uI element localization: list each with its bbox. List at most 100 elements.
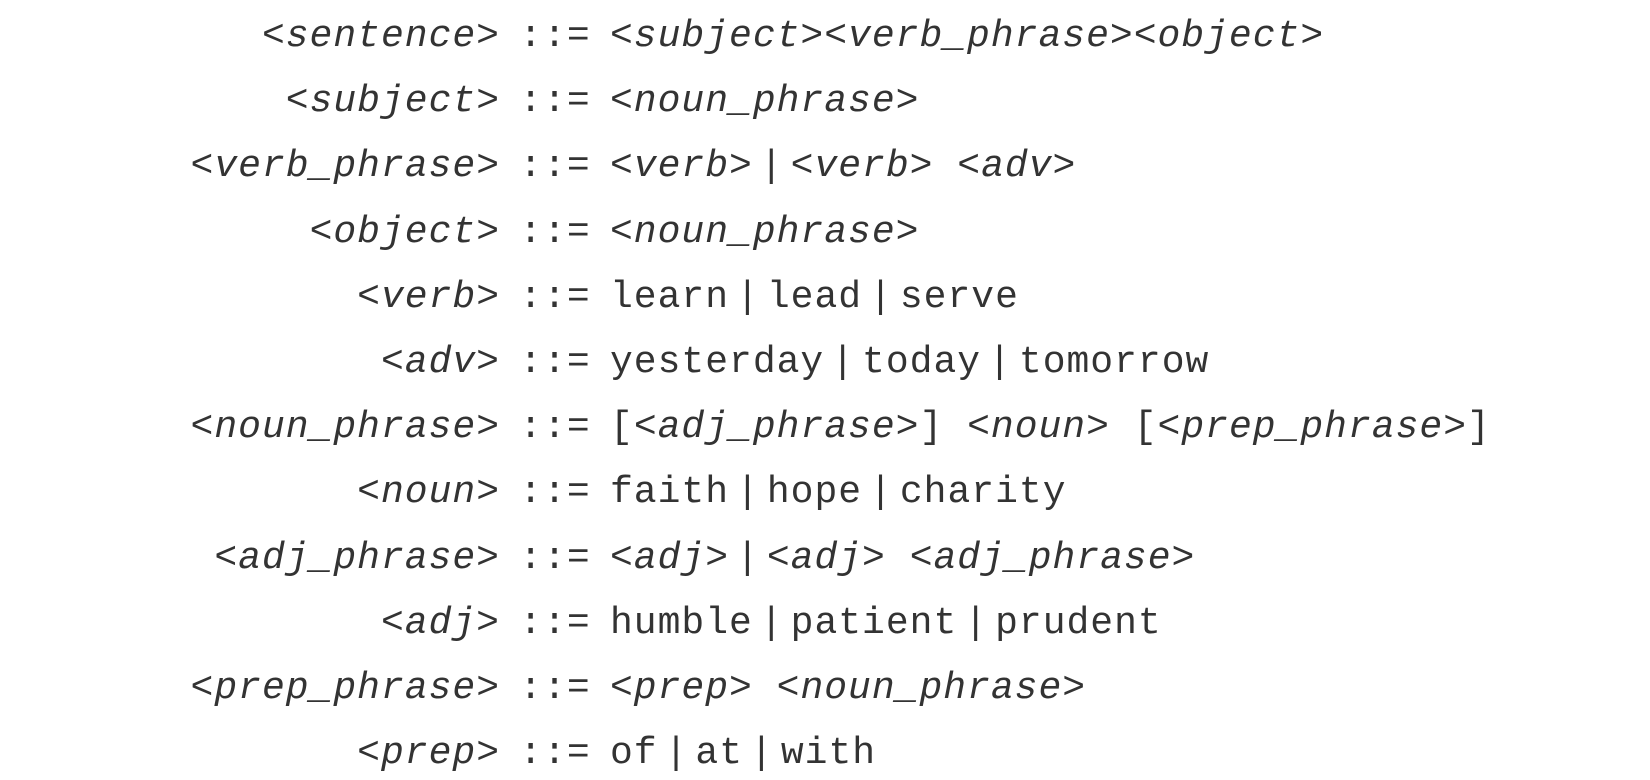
rule-rhs: <subject><verb_phrase><object> (610, 10, 1610, 63)
nonterminal: <noun_phrase> (610, 80, 919, 123)
defines-operator: ::= (500, 206, 610, 259)
rule-lhs: <noun_phrase> (80, 401, 500, 454)
space (943, 406, 967, 449)
nonterminal: <verb_phrase> (824, 15, 1133, 58)
rule-lhs: <subject> (80, 75, 500, 128)
rule-rhs: [<adj_phrase>] <noun> [<prep_phrase>] (610, 401, 1610, 454)
alternation: | (729, 532, 767, 585)
nonterminal: <noun_phrase> (777, 667, 1086, 710)
nonterminal: <verb> (357, 276, 500, 319)
terminal: prudent (995, 602, 1162, 645)
grammar-grid: <sentence>::=<subject><verb_phrase><obje… (0, 0, 1650, 780)
alternation: | (658, 727, 696, 780)
terminal: lead (767, 276, 862, 319)
terminal: tomorrow (1019, 341, 1209, 384)
terminal: charity (900, 471, 1067, 514)
nonterminal: <verb> (610, 145, 753, 188)
space (753, 667, 777, 710)
nonterminal: <verb> (791, 145, 934, 188)
nonterminal: <prep> (357, 732, 500, 775)
rule-lhs: <adj> (80, 597, 500, 650)
terminal: serve (900, 276, 1019, 319)
nonterminal: <adj_phrase> (910, 537, 1196, 580)
rule-rhs: <verb>|<verb> <adv> (610, 140, 1610, 193)
nonterminal: <noun_phrase> (191, 406, 500, 449)
alternation: | (729, 271, 767, 324)
nonterminal: <prep> (610, 667, 753, 710)
alternation: | (957, 597, 995, 650)
defines-operator: ::= (500, 727, 610, 780)
terminal: learn (610, 276, 729, 319)
nonterminal: <adj_phrase> (214, 537, 500, 580)
terminal: yesterday (610, 341, 824, 384)
alternation: | (753, 140, 791, 193)
terminal: faith (610, 471, 729, 514)
rule-lhs: <object> (80, 206, 500, 259)
terminal: ] (1467, 406, 1491, 449)
rule-rhs: <adj>|<adj> <adj_phrase> (610, 532, 1610, 585)
nonterminal: <noun> (967, 406, 1110, 449)
rule-rhs: learn|lead|serve (610, 271, 1610, 324)
nonterminal: <verb_phrase> (191, 145, 500, 188)
nonterminal: <sentence> (262, 15, 500, 58)
rule-rhs: faith|hope|charity (610, 466, 1610, 519)
rule-lhs: <adv> (80, 336, 500, 389)
nonterminal: <adj> (381, 602, 500, 645)
terminal: at (695, 732, 743, 775)
nonterminal: <noun_phrase> (610, 211, 919, 254)
rule-lhs: <verb> (80, 271, 500, 324)
terminal: [ (610, 406, 634, 449)
terminal: today (862, 341, 981, 384)
rule-rhs: <noun_phrase> (610, 75, 1610, 128)
nonterminal: <object> (1134, 15, 1324, 58)
space (886, 537, 910, 580)
defines-operator: ::= (500, 336, 610, 389)
space (933, 145, 957, 188)
nonterminal: <adj> (767, 537, 886, 580)
terminal: ] (919, 406, 943, 449)
terminal: humble (610, 602, 753, 645)
rule-lhs: <adj_phrase> (80, 532, 500, 585)
nonterminal: <adv> (957, 145, 1076, 188)
defines-operator: ::= (500, 401, 610, 454)
terminal: with (781, 732, 876, 775)
rule-lhs: <sentence> (80, 10, 500, 63)
rule-rhs: <noun_phrase> (610, 206, 1610, 259)
alternation: | (753, 597, 791, 650)
nonterminal: <subject> (286, 80, 500, 123)
alternation: | (981, 336, 1019, 389)
nonterminal: <object> (310, 211, 500, 254)
defines-operator: ::= (500, 75, 610, 128)
defines-operator: ::= (500, 597, 610, 650)
defines-operator: ::= (500, 140, 610, 193)
rule-lhs: <prep_phrase> (80, 662, 500, 715)
nonterminal: <adj_phrase> (634, 406, 920, 449)
alternation: | (824, 336, 862, 389)
defines-operator: ::= (500, 532, 610, 585)
rule-lhs: <noun> (80, 466, 500, 519)
rule-rhs: of|at|with (610, 727, 1610, 780)
nonterminal: <prep_phrase> (191, 667, 500, 710)
alternation: | (729, 466, 767, 519)
nonterminal: <adj> (610, 537, 729, 580)
nonterminal: <noun> (357, 471, 500, 514)
terminal: hope (767, 471, 862, 514)
nonterminal: <adv> (381, 341, 500, 384)
space (1110, 406, 1134, 449)
terminal: [ (1134, 406, 1158, 449)
alternation: | (862, 466, 900, 519)
defines-operator: ::= (500, 10, 610, 63)
rule-rhs: humble|patient|prudent (610, 597, 1610, 650)
defines-operator: ::= (500, 466, 610, 519)
alternation: | (743, 727, 781, 780)
defines-operator: ::= (500, 271, 610, 324)
alternation: | (862, 271, 900, 324)
rule-lhs: <prep> (80, 727, 500, 780)
nonterminal: <subject> (610, 15, 824, 58)
nonterminal: <prep_phrase> (1158, 406, 1467, 449)
defines-operator: ::= (500, 662, 610, 715)
terminal: of (610, 732, 658, 775)
rule-rhs: yesterday|today|tomorrow (610, 336, 1610, 389)
rule-lhs: <verb_phrase> (80, 140, 500, 193)
terminal: patient (791, 602, 958, 645)
